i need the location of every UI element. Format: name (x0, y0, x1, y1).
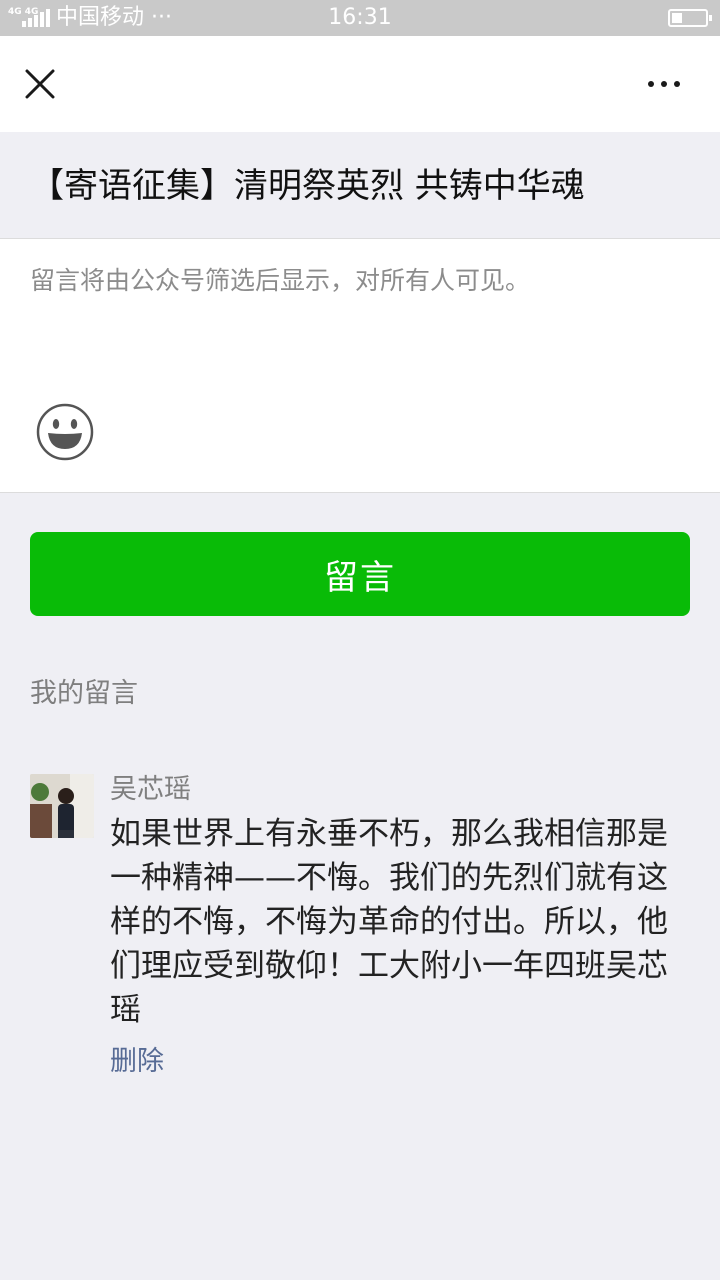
emoji-button[interactable] (36, 403, 94, 461)
submit-comment-button[interactable]: 留言 (30, 532, 690, 616)
my-comments-title: 我的留言 (30, 678, 138, 709)
battery-icon (668, 9, 712, 27)
article-title: 【寄语征集】清明祭英烈 共铸中华魂 (30, 166, 585, 206)
emoji-icon (36, 403, 94, 461)
comment-author: 吴芯瑶 (110, 774, 191, 805)
close-icon (25, 69, 55, 99)
compose-area (0, 238, 720, 493)
comment-body: 吴芯瑶 如果世界上有永垂不朽，那么我相信那是一种精神——不悔。我们的先烈们就有这… (110, 772, 690, 1082)
comment-text: 如果世界上有永垂不朽，那么我相信那是一种精神——不悔。我们的先烈们就有这样的不悔… (110, 816, 668, 1028)
clock: 16:31 (328, 5, 392, 30)
more-icon (648, 81, 654, 87)
comment-input[interactable] (30, 259, 690, 389)
nav-bar (0, 36, 720, 132)
battery-level-fill (672, 13, 682, 23)
delete-comment-link[interactable]: 删除 (110, 1042, 164, 1082)
status-bar: 4G 4G 中国移动 ··· 16:31 (0, 0, 720, 36)
more-button[interactable] (636, 58, 692, 110)
avatar (30, 774, 94, 838)
close-button[interactable] (14, 58, 66, 110)
